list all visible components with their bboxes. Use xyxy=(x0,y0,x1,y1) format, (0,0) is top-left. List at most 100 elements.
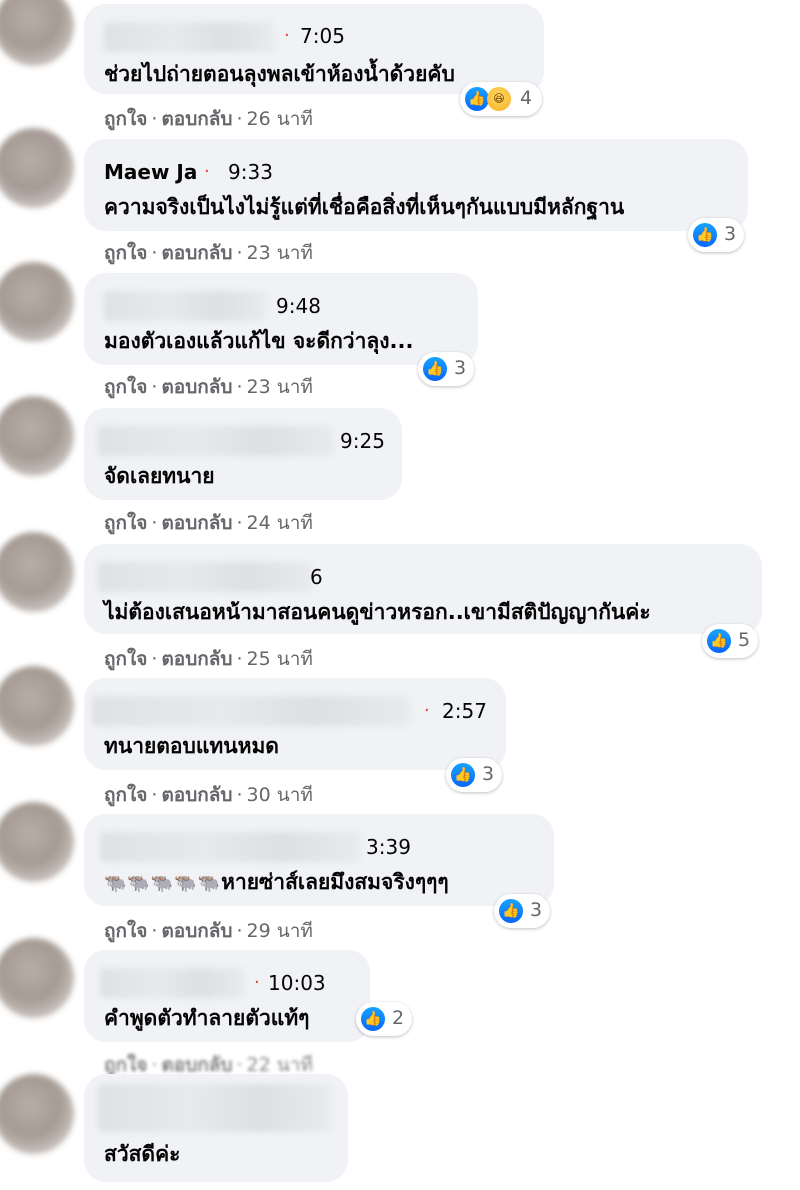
comment-bubble: 6 ไม่ต้องเสนอหน้ามาสอนคนดูข่าวหรอก..เขาม… xyxy=(84,544,762,634)
reply-link[interactable]: ตอบกลับ xyxy=(161,242,232,264)
reaction-count: 2 xyxy=(392,1007,405,1029)
comment-bubble: Maew Ja · 9:33 ความจริงเป็นไงไม่รู้แต่ที… xyxy=(84,139,748,231)
comment-time[interactable]: 9:33 xyxy=(228,160,273,184)
reply-link[interactable]: ตอบกลับ xyxy=(161,376,232,398)
reaction-summary[interactable]: 👍 3 xyxy=(688,218,744,252)
blurred-author-name[interactable] xyxy=(104,291,266,321)
blurred-author-name[interactable] xyxy=(98,562,312,592)
blurred-author-name[interactable] xyxy=(98,1084,330,1132)
avatar[interactable] xyxy=(0,666,74,746)
cow-emoji-icon: 🐃 xyxy=(127,873,150,894)
cow-emoji-icon: 🐃 xyxy=(197,873,221,894)
like-link[interactable]: ถูกใจ xyxy=(104,376,147,398)
reaction-count: 3 xyxy=(454,357,467,379)
reaction-summary[interactable]: 👍 5 xyxy=(702,624,758,658)
reply-link[interactable]: ตอบกลับ xyxy=(161,1054,232,1076)
like-link[interactable]: ถูกใจ xyxy=(104,242,147,264)
like-link[interactable]: ถูกใจ xyxy=(104,512,147,534)
haha-icon: 😆 xyxy=(487,87,511,111)
comment-text: สวัสดีค่ะ xyxy=(104,1142,181,1166)
comment-actions: ถูกใจ · ตอบกลับ · 30 นาที xyxy=(104,784,313,806)
reaction-count: 4 xyxy=(520,87,533,109)
reply-link[interactable]: ตอบกลับ xyxy=(161,648,232,670)
separator-dot: · xyxy=(204,161,210,182)
comment-time[interactable]: 9:25 xyxy=(340,429,385,453)
comment-text: ทนายตอบแทนหมด xyxy=(104,734,279,758)
reaction-summary[interactable]: 👍 3 xyxy=(418,352,474,386)
comment-time[interactable]: 6 xyxy=(310,565,323,589)
comment-actions: ถูกใจ · ตอบกลับ · 23 นาที xyxy=(104,376,313,398)
like-link[interactable]: ถูกใจ xyxy=(104,920,147,942)
reaction-summary[interactable]: 👍 3 xyxy=(446,758,502,792)
comment-time[interactable]: 10:03 xyxy=(268,971,326,995)
comment-text: ความจริงเป็นไงไม่รู้แต่ที่เชื่อคือสิ่งที… xyxy=(104,195,625,219)
avatar[interactable] xyxy=(0,262,74,342)
cow-emoji-icon: 🐃 xyxy=(174,873,197,894)
author-name[interactable]: Maew Ja xyxy=(104,160,197,184)
comment-time[interactable]: 9:48 xyxy=(276,294,321,318)
comment-text-body: หายซ่าส์เลยมึงสมจริงๆๆๆ xyxy=(221,870,449,894)
comment-age[interactable]: 25 นาที xyxy=(247,648,313,670)
blurred-author-name[interactable] xyxy=(100,968,244,998)
reply-link[interactable]: ตอบกลับ xyxy=(161,108,232,130)
comment-age[interactable]: 26 นาที xyxy=(247,108,313,130)
comment-bubble: · 10:03 คำพูดตัวทำลายตัวแท้ๆ xyxy=(84,950,370,1042)
blurred-author-name[interactable] xyxy=(92,696,410,726)
cow-emoji-icon: 🐃 xyxy=(104,873,127,894)
comment-text: จัดเลยทนาย xyxy=(104,464,215,488)
comment-age[interactable]: 30 นาที xyxy=(247,784,313,806)
reaction-count: 3 xyxy=(724,223,737,245)
like-icon: 👍 xyxy=(451,763,475,787)
like-icon: 👍 xyxy=(423,357,447,381)
reaction-count: 3 xyxy=(530,899,543,921)
reaction-summary[interactable]: 👍 2 xyxy=(356,1002,412,1036)
comment-actions: ถูกใจ · ตอบกลับ · 29 นาที xyxy=(104,920,313,942)
comment-actions: ถูกใจ · ตอบกลับ · 25 นาที xyxy=(104,648,313,670)
comment-bubble: · 2:57 ทนายตอบแทนหมด xyxy=(84,678,506,770)
reaction-count: 5 xyxy=(738,629,751,651)
comment-text: ช่วยไปถ่ายตอนลุงพลเข้าห้องน้ำด้วยคับ xyxy=(104,62,455,86)
avatar[interactable] xyxy=(0,938,74,1018)
comment-time[interactable]: 2:57 xyxy=(442,699,487,723)
avatar[interactable] xyxy=(0,396,74,476)
reply-link[interactable]: ตอบกลับ xyxy=(161,512,232,534)
separator-dot: · xyxy=(284,25,290,46)
comment-actions: ถูกใจ · ตอบกลับ · 23 นาที xyxy=(104,242,313,264)
like-icon: 👍 xyxy=(361,1007,385,1031)
like-link[interactable]: ถูกใจ xyxy=(104,784,147,806)
comment-time[interactable]: 3:39 xyxy=(366,835,411,859)
like-link[interactable]: ถูกใจ xyxy=(104,648,147,670)
avatar[interactable] xyxy=(0,128,74,208)
comment-age[interactable]: 29 นาที xyxy=(247,920,313,942)
reaction-summary[interactable]: 👍 3 xyxy=(494,894,550,928)
like-icon: 👍 xyxy=(693,223,717,247)
comment-bubble: 3:39 🐃🐃🐃🐃🐃หายซ่าส์เลยมึงสมจริงๆๆๆ xyxy=(84,814,554,906)
like-link[interactable]: ถูกใจ xyxy=(104,108,147,130)
avatar[interactable] xyxy=(0,1074,74,1154)
like-icon: 👍 xyxy=(707,629,731,653)
like-link[interactable]: ถูกใจ xyxy=(104,1054,147,1076)
comment-age[interactable]: 23 นาที xyxy=(247,242,313,264)
blurred-author-name[interactable] xyxy=(98,426,334,456)
comment-actions: ถูกใจ · ตอบกลับ · 24 นาที xyxy=(104,512,313,534)
comment-bubble: 9:48 มองตัวเองแล้วแก้ไข จะดีกว่าลุง... xyxy=(84,273,478,365)
comment-text: มองตัวเองแล้วแก้ไข จะดีกว่าลุง... xyxy=(104,329,414,353)
comment-age[interactable]: 23 นาที xyxy=(247,376,313,398)
comment-text: ไม่ต้องเสนอหน้ามาสอนคนดูข่าวหรอก..เขามีส… xyxy=(104,600,651,624)
blurred-author-name[interactable] xyxy=(100,832,360,862)
separator-dot: · xyxy=(424,700,430,721)
blurred-author-name[interactable] xyxy=(104,22,274,52)
comment-bubble: · 7:05 ช่วยไปถ่ายตอนลุงพลเข้าห้องน้ำด้วย… xyxy=(84,4,544,94)
comment-text: 🐃🐃🐃🐃🐃หายซ่าส์เลยมึงสมจริงๆๆๆ xyxy=(104,866,449,899)
comment-time[interactable]: 7:05 xyxy=(300,24,345,48)
comment-age[interactable]: 22 นาที xyxy=(247,1054,313,1076)
avatar[interactable] xyxy=(0,802,74,882)
avatar[interactable] xyxy=(0,0,74,66)
reply-link[interactable]: ตอบกลับ xyxy=(161,920,232,942)
reaction-count: 3 xyxy=(482,763,495,785)
comment-actions: ถูกใจ · ตอบกลับ · 26 นาที xyxy=(104,108,313,130)
comment-age[interactable]: 24 นาที xyxy=(247,512,313,534)
avatar[interactable] xyxy=(0,532,74,612)
reaction-summary[interactable]: 👍 😆 4 xyxy=(460,82,542,116)
reply-link[interactable]: ตอบกลับ xyxy=(161,784,232,806)
